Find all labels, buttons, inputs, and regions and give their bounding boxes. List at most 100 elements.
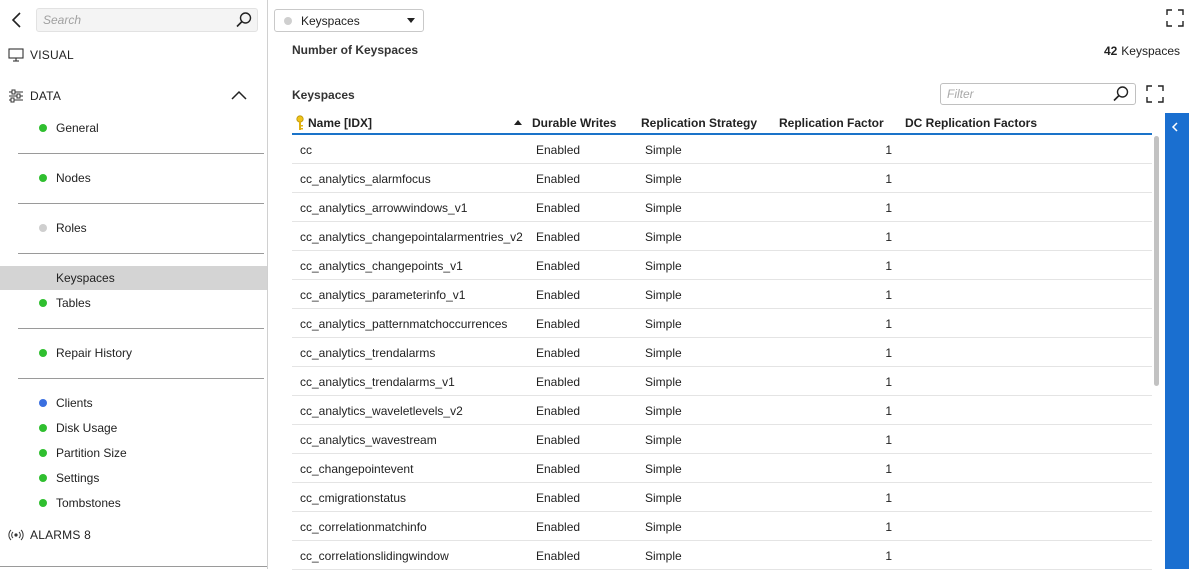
cell-name: cc_changepointevent: [300, 462, 414, 476]
sidebar-item-label: Repair History: [56, 346, 133, 360]
status-dot: [39, 224, 47, 232]
nav-visual[interactable]: VISUAL: [8, 48, 74, 62]
sidebar-item-nodes[interactable]: Nodes: [0, 166, 267, 190]
cell-durable-writes: Enabled: [536, 143, 581, 157]
count-unit: Keyspaces: [1121, 44, 1180, 58]
expand-table-icon[interactable]: [1146, 85, 1164, 103]
column-header-replication-strategy[interactable]: Replication Strategy: [641, 116, 757, 130]
status-dot: [39, 424, 47, 432]
sidebar-item-label: Roles: [56, 221, 87, 235]
status-dot: [39, 349, 47, 357]
nav-alarms-label: ALARMS 8: [30, 528, 91, 542]
table-row[interactable]: cc_correlationslidingwindow Enabled Simple…: [292, 541, 1152, 570]
keyspaces-table: Name [IDX] Durable Writes Replication St…: [292, 112, 1152, 570]
sidebar-item-settings[interactable]: Settings: [0, 466, 267, 490]
column-header-name[interactable]: Name [IDX]: [308, 116, 372, 130]
table-row[interactable]: cc_analytics_trendalarms Enabled Simple 1: [292, 338, 1152, 367]
cell-replication-strategy: Simple: [645, 491, 682, 505]
cell-durable-writes: Enabled: [536, 433, 581, 447]
sidebar-item-roles[interactable]: Roles: [0, 216, 267, 240]
cell-name: cc_analytics_arrowwindows_v1: [300, 201, 468, 215]
sidebar-item-keyspaces[interactable]: Keyspaces: [0, 266, 267, 290]
cell-durable-writes: Enabled: [536, 462, 581, 476]
cell-name: cc_correlationslidingwindow: [300, 549, 449, 563]
column-header-dc-replication-factors[interactable]: DC Replication Factors: [905, 116, 1037, 130]
column-header-replication-factor[interactable]: Replication Factor: [779, 116, 884, 130]
side-panel-toggle[interactable]: [1165, 113, 1189, 569]
table-row[interactable]: cc_analytics_parameterinfo_v1 Enabled Simp…: [292, 280, 1152, 309]
sort-ascending-icon[interactable]: [514, 120, 522, 125]
divider: [18, 253, 264, 254]
divider: [18, 153, 264, 154]
sidebar-item-label: Tombstones: [56, 496, 121, 510]
sidebar-item-tables[interactable]: Tables: [0, 291, 267, 315]
cell-durable-writes: Enabled: [536, 230, 581, 244]
table-row[interactable]: cc_cmigrationstatus Enabled Simple 1: [292, 483, 1152, 512]
table-row[interactable]: cc_correlationmatchinfo Enabled Simple 1: [292, 512, 1152, 541]
sidebar-item-general[interactable]: General: [0, 116, 267, 140]
table-row[interactable]: cc Enabled Simple 1: [292, 135, 1152, 164]
back-arrow-icon[interactable]: [8, 10, 26, 30]
divider: [18, 203, 264, 204]
divider: [0, 566, 267, 567]
cell-replication-strategy: Simple: [645, 549, 682, 563]
sidebar-item-label: Clients: [56, 396, 93, 410]
table-header: Name [IDX] Durable Writes Replication St…: [292, 112, 1152, 135]
keyspace-count: 42 Keyspaces: [1104, 44, 1180, 58]
table-row[interactable]: cc_analytics_waveletlevels_v2 Enabled Simp…: [292, 396, 1152, 425]
nav-alarms[interactable]: ALARMS 8: [8, 528, 91, 542]
search-box[interactable]: [36, 8, 258, 32]
count-title: Number of Keyspaces: [292, 43, 419, 57]
chevron-left-icon[interactable]: [1170, 120, 1180, 134]
sidebar-item-partition-size[interactable]: Partition Size: [0, 441, 267, 465]
filter-box[interactable]: [940, 83, 1136, 105]
status-dot: [39, 299, 47, 307]
cell-durable-writes: Enabled: [536, 520, 581, 534]
sidebar-item-tombstones[interactable]: Tombstones: [0, 491, 267, 515]
cell-replication-factor: 1: [885, 317, 892, 331]
table-row[interactable]: cc_analytics_wavestream Enabled Simple 1: [292, 425, 1152, 454]
sidebar-item-label: Tables: [56, 296, 91, 310]
table-row[interactable]: cc_analytics_trendalarms_v1 Enabled Simple…: [292, 367, 1152, 396]
column-header-durable-writes[interactable]: Durable Writes: [532, 116, 616, 130]
sidebar-item-label: Partition Size: [56, 446, 127, 460]
cell-replication-factor: 1: [885, 491, 892, 505]
sidebar-item-disk-usage[interactable]: Disk Usage: [0, 416, 267, 440]
sidebar-item-repair-history[interactable]: Repair History: [0, 341, 267, 365]
cell-durable-writes: Enabled: [536, 172, 581, 186]
cell-durable-writes: Enabled: [536, 346, 581, 360]
broadcast-icon: [8, 529, 24, 541]
cell-replication-strategy: Simple: [645, 404, 682, 418]
nav-data[interactable]: DATA: [8, 89, 61, 103]
filter-input[interactable]: [941, 84, 1106, 104]
table-row[interactable]: cc_analytics_changepoints_v1 Enabled Simpl…: [292, 251, 1152, 280]
cell-name: cc_analytics_alarmfocus: [300, 172, 431, 186]
cell-replication-factor: 1: [885, 520, 892, 534]
search-input[interactable]: [37, 9, 227, 31]
cell-replication-factor: 1: [885, 230, 892, 244]
vertical-scrollbar[interactable]: [1154, 136, 1159, 386]
sidebar-item-clients[interactable]: Clients: [0, 391, 267, 415]
table-row[interactable]: cc_analytics_arrowwindows_v1 Enabled Simpl…: [292, 193, 1152, 222]
status-dot: [39, 399, 47, 407]
table-row[interactable]: cc_analytics_alarmfocus Enabled Simple 1: [292, 164, 1152, 193]
table-row[interactable]: cc_analytics_changepointalarmentries_v2 E…: [292, 222, 1152, 251]
table-row[interactable]: cc_changepointevent Enabled Simple 1: [292, 454, 1152, 483]
table-row[interactable]: cc_analytics_patternmatchoccurrences Enab…: [292, 309, 1152, 338]
monitor-icon: [8, 48, 24, 62]
cell-name: cc_cmigrationstatus: [300, 491, 407, 505]
divider: [18, 378, 264, 379]
cell-durable-writes: Enabled: [536, 549, 581, 563]
cell-replication-factor: 1: [885, 462, 892, 476]
search-icon[interactable]: [1112, 85, 1130, 103]
chevron-up-icon[interactable]: [230, 88, 248, 102]
search-icon[interactable]: [235, 11, 253, 29]
status-dot: [284, 16, 292, 25]
nav-visual-label: VISUAL: [30, 48, 74, 62]
cell-name: cc_analytics_waveletlevels_v2: [300, 404, 463, 418]
fullscreen-icon[interactable]: [1166, 9, 1184, 27]
view-selector-dropdown[interactable]: Keyspaces: [274, 9, 424, 32]
cell-replication-factor: 1: [885, 433, 892, 447]
cell-replication-strategy: Simple: [645, 346, 682, 360]
cell-replication-strategy: Simple: [645, 317, 682, 331]
